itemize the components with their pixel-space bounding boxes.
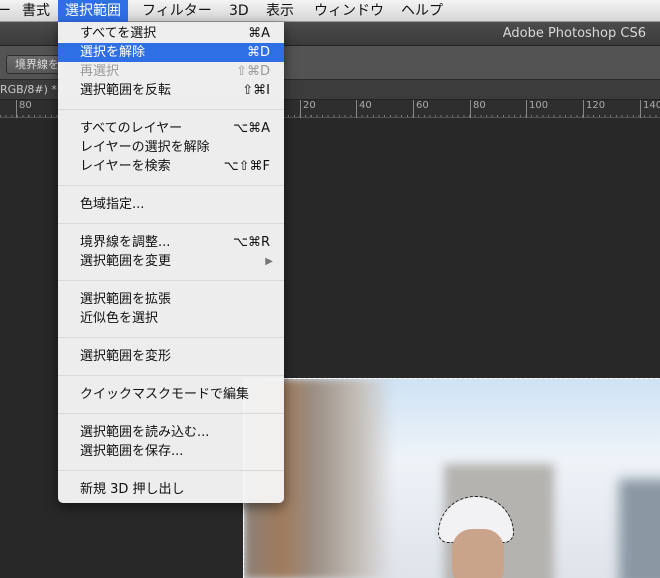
menu-separator: [58, 223, 284, 224]
menu-item-label: すべてのレイヤー: [80, 121, 183, 136]
person-face: [452, 529, 504, 578]
menu-item-label: 新規 3D 押し出し: [80, 482, 185, 497]
menu-item-label: 選択範囲を保存...: [80, 444, 184, 459]
menu-item-grow[interactable]: 選択範囲を拡張: [58, 290, 284, 309]
menu-item-transform-selection[interactable]: 選択範囲を変形: [58, 347, 284, 366]
menu-item-shortcut: ⌥⌘R: [232, 235, 270, 250]
blurred-building-right: [619, 479, 660, 578]
menu-separator: [58, 375, 284, 376]
menu-item-shortcut: ⇧⌘D: [236, 64, 270, 79]
refine-edge-button[interactable]: 境界線を調整...: [6, 55, 66, 74]
menu-item-shortcut: ⇧⌘I: [242, 83, 270, 98]
menu-item-label: 選択を解除: [80, 45, 146, 60]
menu-item-label: 近似色を選択: [80, 311, 159, 326]
menu-separator: [58, 109, 284, 110]
menu-item-label: レイヤーを検索: [80, 159, 171, 174]
menu-item-shortcut: ⌥⌘A: [233, 121, 270, 136]
ruler-tick: 120: [583, 100, 605, 118]
ruler-tick: 100: [526, 100, 548, 118]
ruler-tick: 80: [16, 100, 32, 118]
menu-item-quick-mask[interactable]: クイックマスクモードで編集: [58, 385, 284, 404]
menu-separator: [58, 337, 284, 338]
menu-item-label: 色域指定...: [80, 197, 145, 212]
menu-separator: [58, 280, 284, 281]
menu-item-label: クイックマスクモードで編集: [80, 387, 250, 402]
menu-item-shortcut: ⌘D: [246, 45, 270, 60]
menu-item-all-layers[interactable]: すべてのレイヤー ⌥⌘A: [58, 119, 284, 138]
app-title: Adobe Photoshop CS6: [502, 26, 646, 41]
menu-item-deselect[interactable]: 選択を解除 ⌘D: [58, 43, 284, 62]
menu-type[interactable]: 書式: [15, 0, 57, 22]
menu-item-label: 再選択: [80, 64, 120, 79]
ruler-tick: 60: [413, 100, 429, 118]
menu-3d[interactable]: 3D: [222, 0, 256, 22]
menu-item-inverse[interactable]: 選択範囲を反転 ⇧⌘I: [58, 81, 284, 100]
menu-item-find-layers[interactable]: レイヤーを検索 ⌥⇧⌘F: [58, 157, 284, 176]
menu-item-label: 境界線を調整...: [80, 235, 171, 250]
menu-item-select-all[interactable]: すべてを選択 ⌘A: [58, 24, 284, 43]
menu-item-label: 選択範囲を反転: [80, 83, 172, 98]
menu-item-similar[interactable]: 近似色を選択: [58, 309, 284, 328]
menu-window[interactable]: ウィンドウ: [307, 0, 391, 22]
menu-item-refine-edge[interactable]: 境界線を調整... ⌥⌘R: [58, 233, 284, 252]
ruler-tick: 140: [640, 100, 660, 118]
menu-item-shortcut: ⌘A: [248, 26, 270, 41]
menu-separator: [58, 185, 284, 186]
menu-item-label: 選択範囲を読み込む...: [80, 425, 210, 440]
submenu-arrow-icon: ▶: [265, 256, 273, 267]
menu-item-label: 選択範囲を変更: [80, 254, 172, 269]
menu-item-label: 選択範囲を変形: [80, 349, 172, 364]
menu-filter[interactable]: フィルター: [135, 0, 219, 22]
menu-select[interactable]: 選択範囲: [58, 0, 128, 22]
menu-bar: ー 書式 選択範囲 フィルター 3D 表示 ウィンドウ ヘルプ: [0, 0, 660, 22]
menu-item-save-selection[interactable]: 選択範囲を保存...: [58, 442, 284, 461]
document-canvas-image[interactable]: [243, 378, 660, 578]
menu-item-modify[interactable]: 選択範囲を変更 ▶: [58, 252, 284, 271]
menu-item-new-3d-extrusion[interactable]: 新規 3D 押し出し: [58, 480, 284, 499]
ruler-tick: 20: [300, 100, 316, 118]
menu-item-reselect[interactable]: 再選択 ⇧⌘D: [58, 62, 284, 81]
menu-item-label: 選択範囲を拡張: [80, 292, 172, 307]
menu-item-load-selection[interactable]: 選択範囲を読み込む...: [58, 423, 284, 442]
menu-item-label: レイヤーの選択を解除: [80, 140, 210, 155]
menu-separator: [58, 470, 284, 471]
menu-view[interactable]: 表示: [259, 0, 301, 22]
select-dropdown-menu: すべてを選択 ⌘A 選択を解除 ⌘D 再選択 ⇧⌘D 選択範囲を反転 ⇧⌘I すべてのレ…: [58, 22, 284, 503]
menu-separator: [58, 413, 284, 414]
menu-item-deselect-layers[interactable]: レイヤーの選択を解除: [58, 138, 284, 157]
menu-item-color-range[interactable]: 色域指定...: [58, 195, 284, 214]
document-title: RGB/8#) *: [0, 83, 57, 96]
menu-item-label: すべてを選択: [80, 26, 157, 41]
ruler-tick: 80: [470, 100, 486, 118]
ruler-tick: 40: [356, 100, 372, 118]
menu-item-shortcut: ⌥⇧⌘F: [223, 159, 270, 174]
menu-help[interactable]: ヘルプ: [394, 0, 450, 22]
